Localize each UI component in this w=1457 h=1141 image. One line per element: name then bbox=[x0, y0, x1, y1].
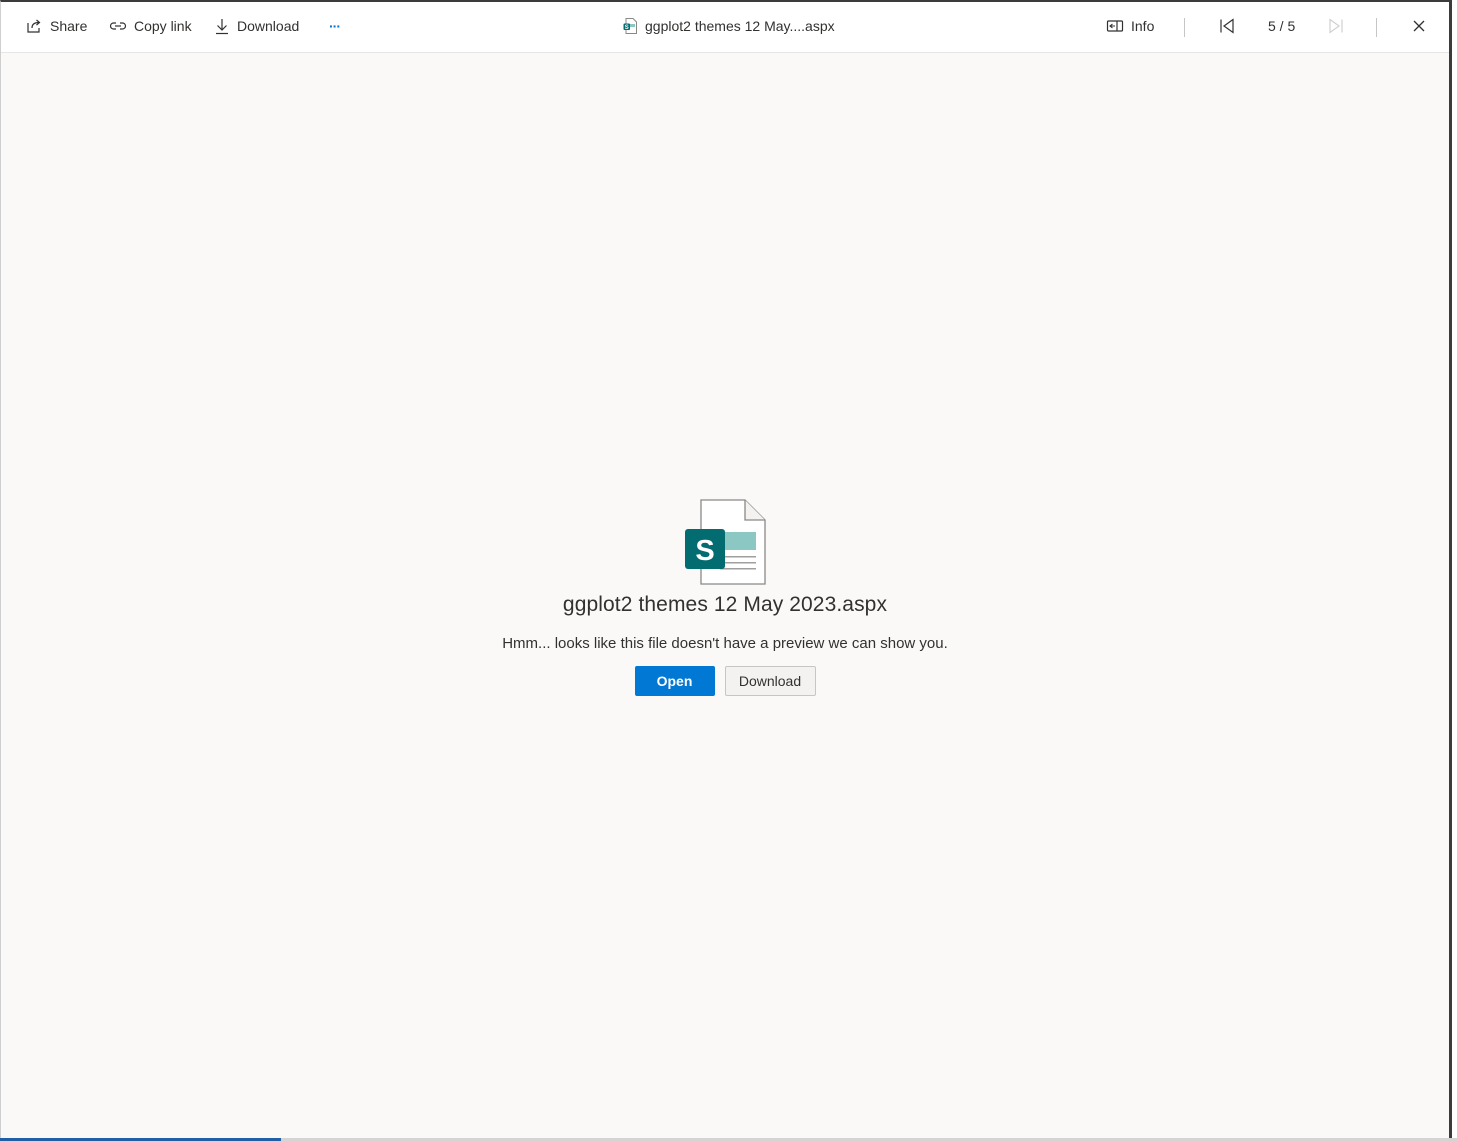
last-page-icon bbox=[1327, 18, 1345, 34]
open-button[interactable]: Open bbox=[634, 666, 715, 696]
info-panel-icon bbox=[1106, 18, 1124, 34]
download-toolbar-button[interactable]: Download bbox=[214, 15, 299, 37]
no-preview-panel: S ggplot2 themes 12 May 2023.aspx Hmm...… bbox=[1, 499, 1449, 696]
page-indicator: 5 / 5 bbox=[1268, 18, 1296, 34]
share-button[interactable]: Share bbox=[26, 15, 87, 37]
svg-text:S: S bbox=[625, 25, 629, 31]
download-button[interactable]: Download bbox=[724, 666, 816, 696]
toolbar-divider bbox=[1184, 18, 1185, 37]
link-icon bbox=[109, 18, 127, 34]
copy-link-label: Copy link bbox=[134, 18, 192, 34]
share-icon bbox=[26, 18, 43, 34]
info-label: Info bbox=[1131, 18, 1155, 34]
copy-link-button[interactable]: Copy link bbox=[109, 15, 192, 37]
info-button[interactable]: Info bbox=[1106, 15, 1154, 37]
first-page-button[interactable] bbox=[1218, 15, 1236, 37]
preview-actions: Open Download bbox=[634, 666, 816, 696]
download-icon bbox=[214, 17, 230, 35]
sharepoint-file-icon: S bbox=[623, 18, 637, 34]
more-options-button[interactable]: ··· bbox=[329, 15, 341, 37]
more-icon: ··· bbox=[329, 18, 341, 34]
close-icon bbox=[1411, 18, 1427, 34]
file-icon-letter: S bbox=[695, 535, 714, 567]
preview-window: Share Copy link Download ··· S ggplot2 t… bbox=[0, 0, 1452, 1139]
first-page-icon bbox=[1218, 18, 1236, 34]
close-button[interactable] bbox=[1411, 15, 1427, 37]
toolbar-divider bbox=[1376, 18, 1377, 37]
download-toolbar-label: Download bbox=[237, 18, 300, 34]
sharepoint-page-icon: S bbox=[684, 499, 766, 585]
document-title-text: ggplot2 themes 12 May....aspx bbox=[645, 18, 835, 34]
share-label: Share bbox=[50, 18, 88, 34]
last-page-button[interactable] bbox=[1327, 15, 1345, 37]
file-name-heading: ggplot2 themes 12 May 2023.aspx bbox=[562, 593, 888, 616]
document-title: S ggplot2 themes 12 May....aspx bbox=[623, 15, 835, 37]
no-preview-message: Hmm... looks like this file doesn't have… bbox=[502, 635, 948, 652]
toolbar: Share Copy link Download ··· S ggplot2 t… bbox=[1, 2, 1449, 53]
